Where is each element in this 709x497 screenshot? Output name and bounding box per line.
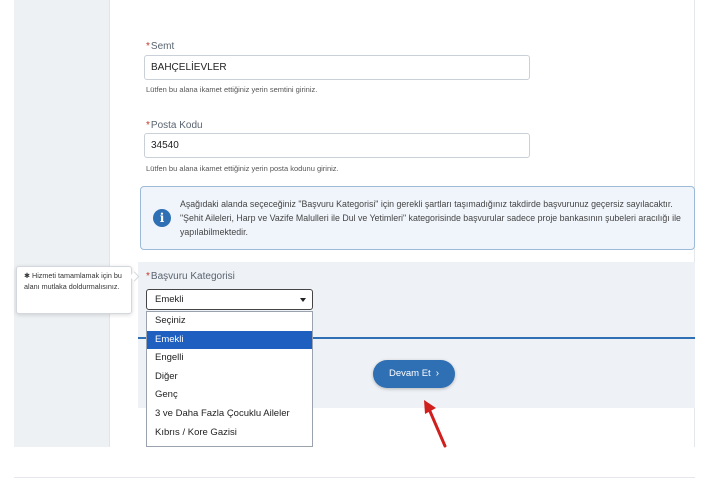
next-button[interactable]: Devam Et › bbox=[373, 360, 455, 388]
dropdown-option[interactable]: Engelli bbox=[147, 349, 312, 368]
posta-kodu-label: *Posta Kodu bbox=[146, 120, 203, 131]
left-gutter bbox=[14, 0, 110, 447]
category-dropdown-list: Seçiniz Emekli Engelli Diğer Genç 3 ve Daha F… bbox=[146, 311, 313, 447]
dropdown-option[interactable]: Kıbrıs / Kore Gazisi bbox=[147, 424, 312, 443]
dropdown-option[interactable]: Diğer bbox=[147, 368, 312, 387]
annotation-arrow-icon bbox=[424, 400, 447, 448]
posta-kodu-input[interactable]: 34540 bbox=[144, 133, 530, 158]
posta-kodu-help-text: Lütfen bu alana ikamet ettiğiniz yerin p… bbox=[146, 164, 339, 173]
info-icon: i bbox=[153, 209, 171, 227]
dropdown-option[interactable]: Seçiniz bbox=[147, 312, 312, 331]
required-mark: * bbox=[146, 41, 150, 52]
info-notice: i Aşağıdaki alanda seçeceğiniz "Başvuru … bbox=[140, 186, 695, 250]
dropdown-option[interactable]: 3 ve Daha Fazla Çocuklu Aileler bbox=[147, 405, 312, 424]
semt-label: *Semt bbox=[146, 41, 174, 52]
semt-help-text: Lütfen bu alana ikamet ettiğiniz yerin s… bbox=[146, 85, 318, 94]
semt-input[interactable]: BAHÇELİEVLER bbox=[144, 55, 530, 80]
required-field-tooltip: ✱ Hizmeti tamamlamak için bu alanı mutla… bbox=[16, 266, 132, 314]
info-notice-text: Aşağıdaki alanda seçeceğiniz "Başvuru Ka… bbox=[180, 199, 681, 237]
category-select-value: Emekli bbox=[155, 294, 184, 305]
dropdown-option[interactable]: Genç bbox=[147, 386, 312, 405]
dropdown-option[interactable]: Emekli bbox=[147, 330, 312, 350]
category-label: *Başvuru Kategorisi bbox=[146, 271, 235, 282]
posta-kodu-label-text: Posta Kodu bbox=[150, 120, 203, 131]
category-select[interactable]: Emekli bbox=[146, 289, 313, 310]
chevron-down-icon bbox=[300, 298, 306, 302]
bottom-rule bbox=[14, 477, 695, 478]
required-mark: * bbox=[146, 271, 150, 282]
required-mark: * bbox=[146, 120, 150, 131]
chevron-right-icon: › bbox=[435, 368, 440, 379]
semt-label-text: Semt bbox=[150, 41, 175, 52]
next-button-label: Devam Et bbox=[388, 368, 431, 379]
category-label-text: Başvuru Kategorisi bbox=[150, 271, 235, 282]
